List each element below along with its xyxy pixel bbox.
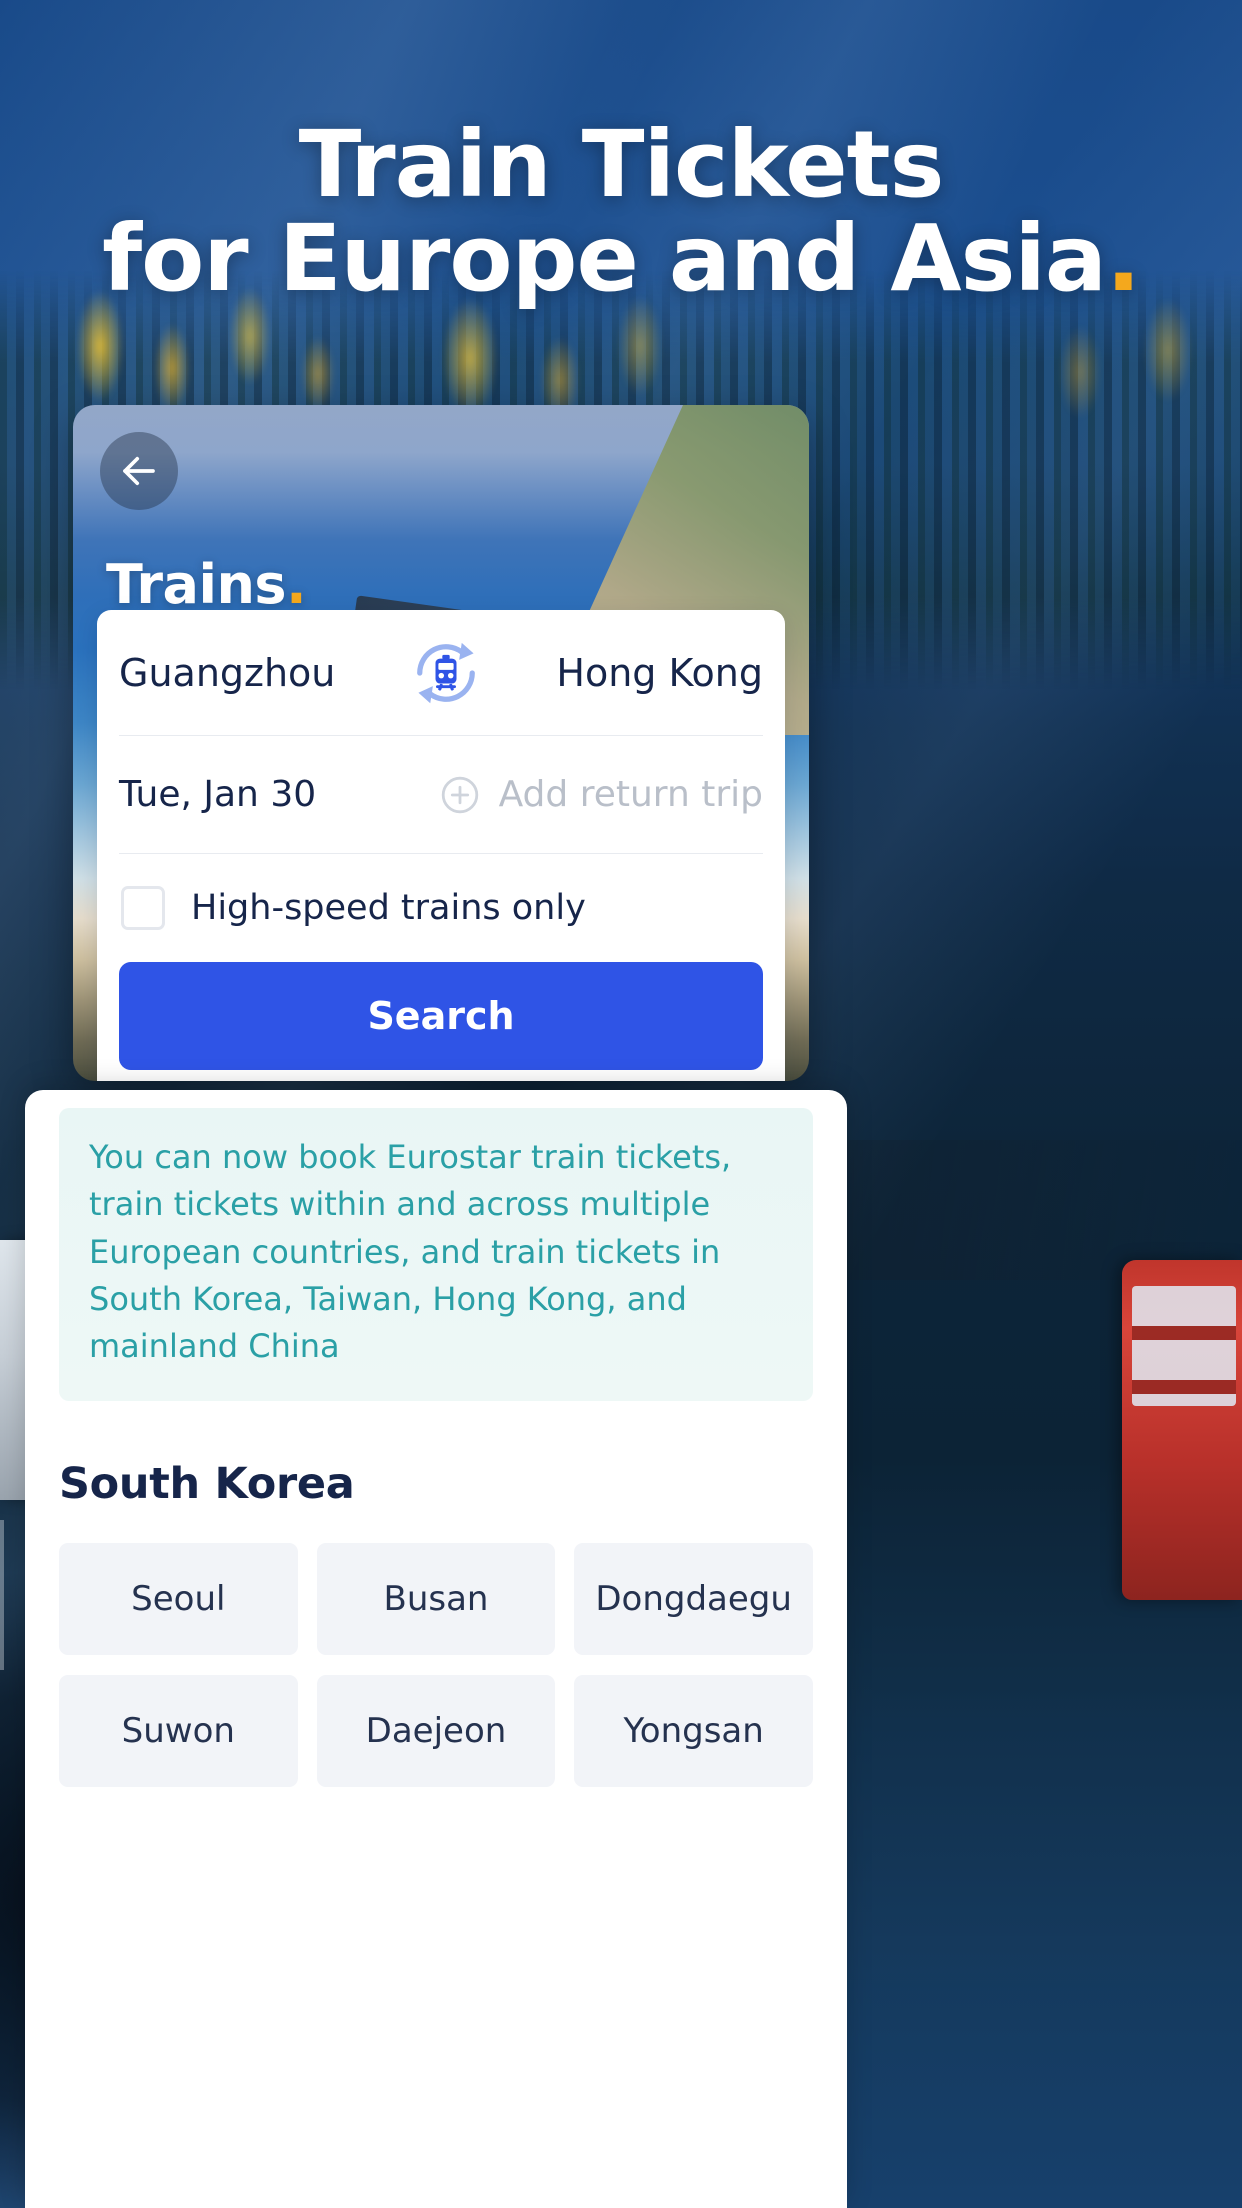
city-chip-grid: Seoul Busan Dongdaegu Suwon Daejeon Yong… <box>59 1542 813 1787</box>
city-chip[interactable]: Seoul <box>59 1542 298 1655</box>
app-screen: Train Tickets for Europe and Asia. Train… <box>0 0 1242 2208</box>
hero-accent-dot: . <box>1105 204 1141 312</box>
highspeed-checkbox[interactable] <box>121 886 165 930</box>
highspeed-label: High-speed trains only <box>191 888 586 928</box>
search-button[interactable]: Search <box>119 962 763 1070</box>
trains-accent-dot: . <box>286 553 307 616</box>
city-chip[interactable]: Suwon <box>59 1674 298 1787</box>
train-search-form: Guangzhou Hong Kong Tue, Jan 30 Add retu… <box>97 610 785 1081</box>
section-title-south-korea: South Korea <box>59 1458 355 1509</box>
hero-line-2: for Europe and Asia <box>102 204 1107 312</box>
route-row: Guangzhou Hong Kong <box>119 610 763 736</box>
highspeed-filter-row[interactable]: High-speed trains only <box>119 854 763 962</box>
plus-circle-icon <box>441 776 478 813</box>
trains-screen-title: Trains. <box>106 553 307 616</box>
trains-title-text: Trains <box>106 553 287 616</box>
phone-preview-card: Trains. Guangzhou Hong Kong Tue, Jan 30 … <box>73 405 809 1081</box>
page-title: Train Tickets for Europe and Asia. <box>0 118 1242 306</box>
city-chip[interactable]: Daejeon <box>316 1674 556 1787</box>
date-row: Tue, Jan 30 Add return trip <box>119 736 763 854</box>
city-chip[interactable]: Yongsan <box>574 1674 813 1787</box>
add-return-trip-button[interactable]: Add return trip <box>439 774 763 816</box>
hero-heading-block: Train Tickets for Europe and Asia. <box>0 118 1242 306</box>
booking-notice-banner: You can now book Eurostar train tickets,… <box>59 1108 813 1401</box>
red-train-decoration <box>1122 1260 1242 1600</box>
back-button[interactable] <box>100 432 178 510</box>
city-chip[interactable]: Busan <box>316 1542 556 1655</box>
hero-line-1: Train Tickets <box>298 111 945 218</box>
destinations-sheet: You can now book Eurostar train tickets,… <box>25 1090 847 2208</box>
origin-field[interactable]: Guangzhou <box>119 651 335 695</box>
train-glyph <box>435 654 457 691</box>
arrow-left-icon <box>123 456 155 486</box>
depart-date-field[interactable]: Tue, Jan 30 <box>119 774 316 815</box>
add-return-trip-label: Add return trip <box>498 774 763 815</box>
hero-line-2-wrap: for Europe and Asia. <box>0 211 1242 306</box>
train-swap-icon[interactable] <box>404 631 488 715</box>
destination-field[interactable]: Hong Kong <box>556 651 763 695</box>
city-chip[interactable]: Dongdaegu <box>574 1542 813 1655</box>
